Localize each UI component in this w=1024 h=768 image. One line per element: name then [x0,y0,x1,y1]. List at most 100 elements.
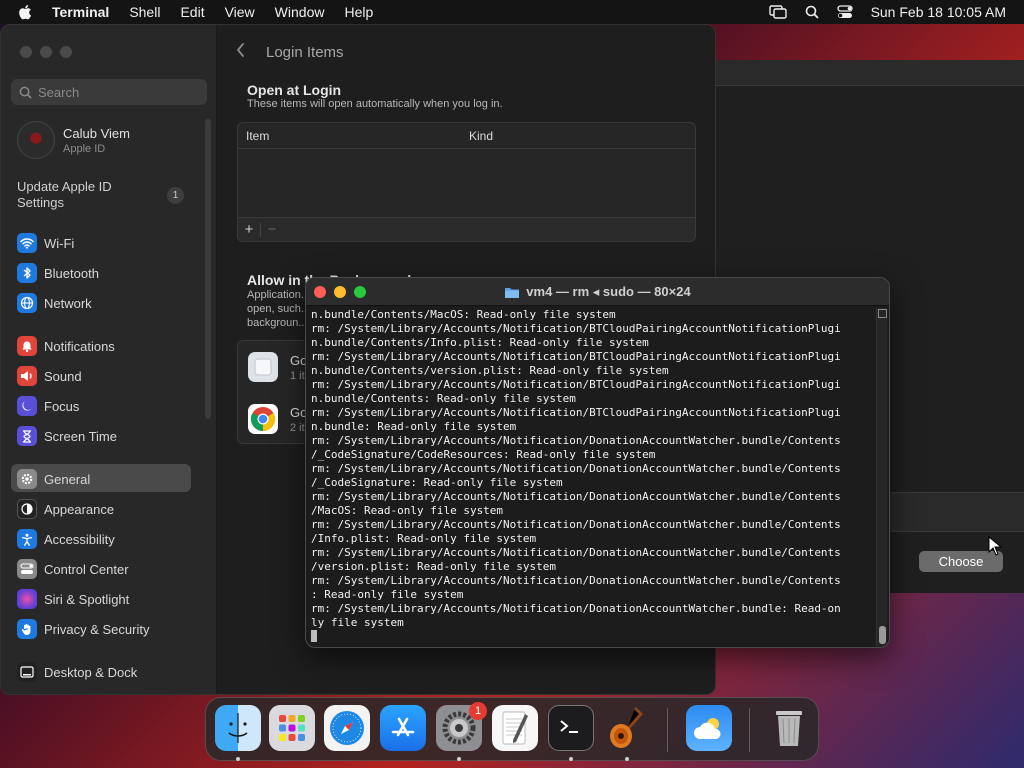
column-header-item[interactable]: Item [238,129,469,143]
sidebar-item-label: Privacy & Security [44,621,150,637]
running-indicator [569,757,573,761]
globe-icon [17,293,37,313]
weather-icon[interactable] [686,705,732,751]
spotlight-search-icon[interactable] [805,5,819,19]
terminal-line: : Read-only file system [311,588,464,601]
sidebar-item-privacy-security[interactable]: Privacy & Security [17,618,149,640]
terminal-line: rm: /System/Library/Accounts/Notificatio… [311,546,841,559]
scroll-up-icon[interactable] [877,309,887,318]
terminal-line: rm: /System/Library/Accounts/Notificatio… [311,322,841,335]
menu-clock[interactable]: Sun Feb 18 10:05 AM [871,4,1006,20]
open-at-login-subtitle: These items will open automatically when… [247,98,503,110]
zoom-window-button[interactable] [60,46,72,58]
background-window-titlebar [701,60,1024,86]
sidebar-item-siri-spotlight[interactable]: Siri & Spotlight [17,588,129,610]
notification-badge: 1 [469,702,487,720]
terminal-line: rm: /System/Library/Accounts/Notificatio… [311,574,841,587]
sidebar-scrollbar[interactable] [205,119,211,419]
menu-bar: Terminal Shell Edit View Window Help Sun… [0,0,1024,24]
terminal-line: ly file system [311,616,404,629]
garageband-icon[interactable] [604,705,650,751]
terminal-line: rm: /System/Library/Accounts/Notificatio… [311,602,841,615]
sidebar-item-desktop-dock[interactable]: Desktop & Dock [17,661,137,683]
app-store-icon[interactable] [380,705,426,751]
menu-window[interactable]: Window [275,4,325,20]
sidebar-item-sound[interactable]: Sound [17,365,82,387]
gear-icon [17,469,37,489]
settings-search-field[interactable]: Search [11,79,207,105]
sidebar-item-focus[interactable]: Focus [17,395,79,417]
sidebar-item-label: Network [44,295,92,311]
menu-help[interactable]: Help [344,4,373,20]
sidebar-item-label: Accessibility [44,531,115,547]
sidebar-item-label: Appearance [44,501,115,517]
moon-icon [17,396,37,416]
terminal-line: /Info.plist: Read-only file system [311,532,537,545]
minimize-window-button[interactable] [40,46,52,58]
menu-app-name[interactable]: Terminal [52,4,109,20]
terminal-line: /version.plist: Read-only file system [311,560,557,573]
bluetooth-icon [17,263,37,283]
sidebar-item-appearance[interactable]: Appearance [17,498,114,520]
apple-id-profile[interactable]: Calub Viem Apple ID [17,121,130,159]
sidebar-item-label: Screen Time [44,428,117,444]
control-center-icon[interactable] [836,5,853,19]
terminal-scrollbar[interactable] [876,308,887,646]
siri-icon [17,589,37,609]
search-placeholder: Search [38,84,80,100]
close-window-button[interactable] [20,46,32,58]
dock: 1 [205,697,819,761]
dock-divider [667,708,668,752]
safari-icon[interactable] [324,705,370,751]
terminal-titlebar: vm4 — rm ◂ sudo — 80×24 [306,278,889,306]
add-login-item-button[interactable]: + [238,221,260,238]
terminal-cursor [311,630,317,642]
launchpad-icon[interactable] [269,705,315,751]
apple-menu-icon[interactable] [18,4,36,20]
sidebar-item-notifications[interactable]: Notifications [17,335,115,357]
sidebar-item-wifi[interactable]: Wi-Fi [17,232,74,254]
sidebar-item-label: Bluetooth [44,265,99,281]
textedit-icon[interactable] [492,705,538,751]
update-apple-id-settings[interactable]: Update Apple ID Settings [17,179,137,211]
speaker-icon [17,366,37,386]
open-at-login-title: Open at Login [247,82,342,98]
mouse-pointer-icon [988,536,1002,556]
terminal-line: rm: /System/Library/Accounts/Notificatio… [311,350,841,363]
sidebar-item-bluetooth[interactable]: Bluetooth [17,262,99,284]
terminal-line: n.bundle: Read-only file system [311,420,517,433]
search-icon [19,86,32,99]
sidebar-item-accessibility[interactable]: Accessibility [17,528,115,550]
terminal-title: vm4 — rm ◂ sudo — 80×24 [306,278,889,306]
running-indicator [457,757,461,761]
folder-icon [505,287,520,298]
sidebar-item-label: General [44,471,91,487]
sidebar-item-control-center[interactable]: Control Center [17,558,129,580]
terminal-title-text: vm4 — rm ◂ sudo — 80×24 [526,284,691,299]
menu-shell[interactable]: Shell [129,4,160,20]
sidebar-item-label: Wi-Fi [44,235,75,251]
scrollbar-thumb[interactable] [879,626,886,644]
finder-icon[interactable] [215,705,261,751]
back-chevron-icon[interactable] [235,42,247,58]
chrome-icon [248,404,278,434]
terminal-line: rm: /System/Library/Accounts/Notificatio… [311,434,841,447]
sidebar-item-network[interactable]: Network [17,292,92,314]
terminal-line: n.bundle/Contents/Info.plist: Read-only … [311,336,649,349]
table-header: Item Kind [238,123,695,149]
column-header-kind[interactable]: Kind [469,129,493,143]
page-title: Login Items [266,44,344,61]
remove-login-item-button[interactable]: − [261,221,283,238]
screen-mirroring-icon[interactable] [768,5,787,19]
trash-icon[interactable] [766,705,812,751]
sidebar-item-screen-time[interactable]: Screen Time [17,425,117,447]
menu-edit[interactable]: Edit [180,4,204,20]
bell-icon [17,336,37,356]
sidebar-item-label: Siri & Spotlight [44,591,130,607]
terminal-output[interactable]: n.bundle/Contents/MacOS: Read-only file … [311,308,873,646]
sidebar-item-label: Focus [44,398,80,414]
appearance-icon [17,499,37,519]
sidebar-item-general[interactable]: General [17,468,90,490]
terminal-icon[interactable] [548,705,594,751]
menu-view[interactable]: View [225,4,255,20]
